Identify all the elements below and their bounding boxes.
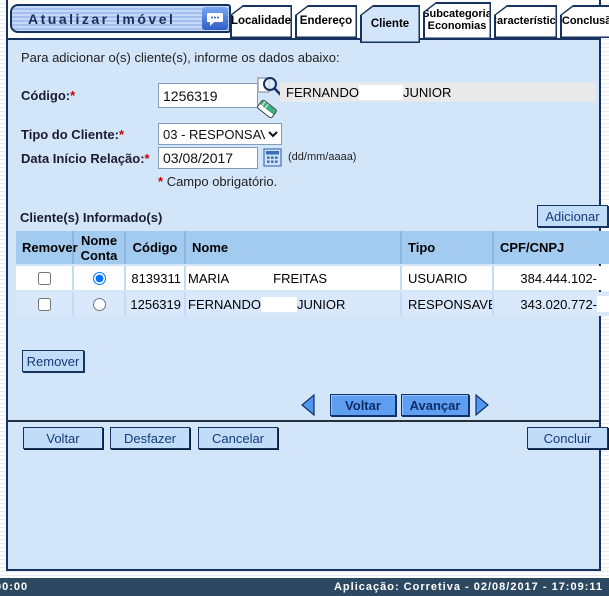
remover-button[interactable]: Remover (22, 350, 84, 372)
col-header-tipo: Tipo (402, 231, 494, 264)
intro-text: Para adicionar o(s) cliente(s), informe … (21, 50, 340, 65)
speech-bubble-icon[interactable] (202, 7, 228, 30)
cancelar-button[interactable]: Cancelar (198, 427, 278, 449)
col-header-codigo: Código (126, 231, 186, 264)
col-header-nome-conta: Nome Conta (74, 231, 126, 264)
required-field-note: * Campo obrigatório. (158, 174, 277, 189)
data-inicio-input[interactable] (158, 147, 258, 169)
status-timer: 00:00 (0, 581, 28, 593)
voltar-button[interactable]: Voltar (23, 427, 103, 449)
col-header-cpf-cnpj: CPF/CNPJ (494, 231, 609, 264)
next-arrow-icon[interactable] (474, 394, 490, 421)
redaction-box (229, 271, 273, 286)
tab-caracteristica[interactable]: Característica (494, 5, 557, 38)
cell-tipo: RESPONSAVEL (402, 292, 494, 316)
tipo-cliente-select[interactable]: 03 - RESPONSAVEL (158, 123, 282, 145)
redaction-box (597, 296, 609, 312)
cell-codigo: 8139311 (126, 266, 186, 290)
client-first-name: FERNANDO (286, 85, 359, 100)
status-bar: 00:00 Aplicação: Corretiva - 02/08/2017 … (0, 578, 609, 596)
footer-divider (8, 420, 599, 422)
concluir-button[interactable]: Concluir (527, 427, 608, 449)
cell-cpf: 343.020.772- (494, 292, 609, 316)
date-format-hint: (dd/mm/aaaa) (288, 151, 356, 163)
col-header-remover: Remover (16, 231, 74, 264)
tab-localidade[interactable]: Localidade (230, 5, 292, 38)
main-panel: Atualizar Imóvel Localidade Endereço Cli… (6, 0, 601, 571)
tab-cliente[interactable]: Cliente (360, 5, 420, 43)
page-title: Atualizar Imóvel (12, 11, 202, 27)
table-row: 1256319 FERNANDO JUNIOR RESPONSAVEL 343.… (16, 292, 609, 316)
desfazer-button[interactable]: Desfazer (110, 427, 190, 449)
cell-cpf: 384.444.102- (494, 266, 609, 290)
window-title-bar: Atualizar Imóvel (10, 4, 231, 33)
redaction-box (359, 85, 403, 100)
table-header-row: Remover Nome Conta Código Nome Tipo CPF/… (16, 231, 609, 264)
page: Atualizar Imóvel Localidade Endereço Cli… (0, 0, 609, 596)
client-name-display: FERNANDO JUNIOR (280, 82, 596, 102)
tipo-cliente-label: Tipo do Cliente:* (21, 127, 124, 142)
voltar-nav-button[interactable]: Voltar (330, 394, 396, 416)
avancar-nav-button[interactable]: Avançar (401, 394, 469, 416)
remover-checkbox[interactable] (38, 272, 51, 285)
codigo-label: Código:* (21, 88, 75, 103)
clients-table: Remover Nome Conta Código Nome Tipo CPF/… (16, 231, 609, 316)
redaction-box (597, 270, 609, 286)
nome-conta-radio[interactable] (93, 298, 106, 311)
tab-strip: Localidade Endereço Cliente Subcategoria… (230, 3, 609, 40)
cell-nome: MARIA FREITAS (186, 266, 402, 290)
adicionar-button[interactable]: Adicionar (537, 205, 608, 227)
col-header-nome: Nome (186, 231, 402, 264)
tab-subcategoria-economias[interactable]: Subcategoria Economias (423, 2, 491, 39)
tab-endereco[interactable]: Endereço (295, 5, 357, 38)
previous-arrow-icon[interactable] (300, 394, 316, 421)
eraser-icon[interactable] (256, 99, 279, 125)
status-application-info: Aplicação: Corretiva - 02/08/2017 - 17:0… (334, 581, 603, 593)
cell-nome: FERNANDO JUNIOR (186, 292, 402, 316)
cell-tipo: USUARIO (402, 266, 494, 290)
cell-codigo: 1256319 (126, 292, 186, 316)
client-last-name: JUNIOR (403, 85, 451, 100)
tab-conclusao[interactable]: Conclusão (560, 5, 609, 38)
codigo-input[interactable] (158, 83, 258, 108)
redaction-box (261, 297, 297, 312)
table-row: 8139311 MARIA FREITAS USUARIO 384.444.10… (16, 266, 609, 290)
calendar-icon[interactable] (263, 148, 282, 172)
nome-conta-radio[interactable] (93, 272, 106, 285)
data-inicio-label: Data Início Relação:* (21, 151, 150, 166)
remover-checkbox[interactable] (38, 298, 51, 311)
clients-section-title: Cliente(s) Informado(s) (20, 210, 162, 225)
